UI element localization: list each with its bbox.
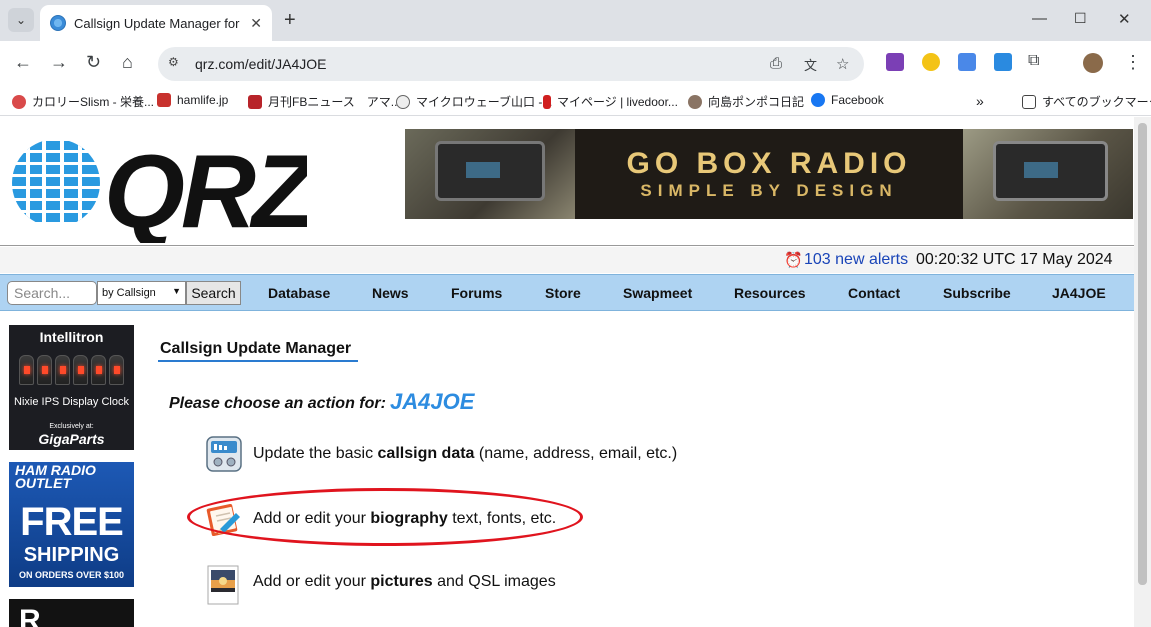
bookmark-item[interactable]: マイページ | livedoor... [543, 93, 678, 110]
tab-strip: ⌄ Callsign Update Manager for JA4JOE ✕ +… [0, 0, 1151, 41]
menu-kebab-icon[interactable]: ⋮ [1124, 52, 1142, 73]
nav-swapmeet[interactable]: Swapmeet [623, 285, 692, 301]
alerts-link[interactable]: 103 new alerts [804, 251, 908, 269]
bookmark-item[interactable]: 向島ポンポコ日記 [688, 93, 804, 110]
back-arrow-icon[interactable]: ← [14, 52, 32, 73]
utc-time: 00:20:32 UTC 17 May 2024 [916, 251, 1113, 268]
minimize-icon[interactable]: — [1032, 10, 1047, 27]
edit-pictures-link[interactable]: Add or edit your pictures and QSL images [253, 573, 556, 591]
ad-store: GigaParts [38, 431, 105, 447]
close-tab-icon[interactable]: ✕ [250, 15, 262, 32]
bookmark-favicon-icon [688, 94, 702, 109]
site-info-icon[interactable]: ⚙ [168, 55, 186, 73]
home-icon[interactable]: ⌂ [122, 52, 133, 73]
ad-brand: Intellitron [39, 329, 104, 345]
bookmark-favicon-icon [543, 94, 551, 109]
banner-title: GO BOX RADIO [626, 147, 912, 180]
nav-subscribe[interactable]: Subscribe [943, 285, 1011, 301]
nav-resources[interactable]: Resources [734, 285, 806, 301]
reload-icon[interactable]: ↻ [86, 52, 101, 73]
address-bar[interactable]: ⚙ qrz.com/edit/JA4JOE ⎙ 文 ☆ [158, 47, 864, 81]
ad-caption: Nixie IPS Display Clock [14, 396, 129, 408]
ad-free: FREE [20, 500, 124, 544]
ad-partial-logo: R [19, 604, 41, 627]
ad-small-text: Exclusively at: [49, 423, 94, 430]
bookmark-favicon-icon [248, 94, 262, 109]
tab-title: Callsign Update Manager for JA4JOE [74, 15, 242, 31]
folder-icon [1022, 94, 1036, 109]
nav-my-callsign[interactable]: JA4JOE [1052, 285, 1106, 301]
more-bookmarks-icon[interactable]: » [976, 93, 984, 109]
nav-database[interactable]: Database [268, 285, 330, 301]
bookmark-favicon-icon [396, 94, 410, 109]
vertical-scrollbar[interactable] [1134, 117, 1151, 627]
translate-icon[interactable]: 文 [804, 55, 817, 74]
onenote-extension-icon[interactable] [886, 53, 904, 71]
picture-icon[interactable] [206, 564, 242, 606]
facebook-icon [811, 93, 825, 107]
alarm-clock-icon: ⏰ [784, 252, 803, 269]
page-title: Callsign Update Manager [160, 340, 352, 357]
download-extension-icon[interactable] [994, 53, 1012, 71]
search-type-select[interactable]: by Callsign ▼ [97, 281, 186, 305]
maximize-icon[interactable]: ☐ [1074, 10, 1087, 27]
bookmarks-bar: カロリーSlism - 栄養... hamlife.jp 月刊FBニュース アマ… [0, 86, 1151, 116]
bookmark-item[interactable]: マイクロウェーブ山口 -... [396, 93, 552, 110]
title-underline [158, 360, 358, 362]
highlight-annotation [187, 488, 583, 546]
radio-photo [405, 129, 575, 219]
install-app-icon[interactable]: ⎙ [770, 55, 782, 72]
ad-orders: ON ORDERS OVER $100 [18, 570, 125, 580]
banner-subtitle: SIMPLE BY DESIGN [640, 181, 898, 200]
bookmark-item[interactable]: 月刊FBニュース アマ... [248, 93, 401, 110]
nav-forums[interactable]: Forums [451, 285, 502, 301]
url-text: qrz.com/edit/JA4JOE [195, 56, 327, 72]
profile-avatar[interactable] [1083, 53, 1103, 73]
bookmark-item[interactable]: Facebook [811, 93, 884, 107]
tab-search-button[interactable]: ⌄ [8, 8, 34, 32]
nixie-tubes-image [19, 355, 124, 385]
update-callsign-data-link[interactable]: Update the basic callsign data (name, ad… [253, 445, 677, 463]
bookmark-favicon-icon [12, 94, 26, 109]
page-viewport: QRZ GO BOX RADIO SIMPLE BY DESIGN ⏰ 103 … [0, 117, 1151, 627]
callsign-label: JA4JOE [390, 389, 475, 414]
ad-brand: HAM RADIO OUTLET [15, 462, 96, 491]
idea-extension-icon[interactable] [922, 53, 940, 71]
search-button[interactable]: Search [186, 281, 241, 305]
dropdown-arrow-icon: ▼ [172, 286, 181, 296]
status-bar: ⏰ 103 new alerts 00:20:32 UTC 17 May 202… [0, 247, 1134, 273]
window-close-icon[interactable]: ✕ [1118, 10, 1131, 28]
radio-photo [963, 129, 1133, 219]
svg-text:QRZ: QRZ [104, 134, 307, 243]
chevron-down-icon: ⌄ [15, 13, 27, 27]
go-box-radio-banner-ad[interactable]: GO BOX RADIO SIMPLE BY DESIGN [405, 129, 1133, 219]
ad-shipping: SHIPPING [23, 544, 120, 566]
main-nav: Search... by Callsign ▼ Search Database N… [0, 274, 1134, 311]
intellitron-ad[interactable]: Intellitron Nixie IPS Display Clock Excl… [9, 325, 134, 450]
settings-panel-icon[interactable] [206, 436, 242, 472]
nav-news[interactable]: News [372, 285, 409, 301]
forward-arrow-icon[interactable]: → [50, 52, 68, 73]
choose-action-label: Please choose an action for: [169, 395, 386, 412]
all-bookmarks-folder[interactable]: すべてのブックマーク [1022, 93, 1151, 110]
bookmark-item[interactable]: カロリーSlism - 栄養... [12, 93, 154, 110]
bookmark-favicon-icon [157, 93, 171, 107]
sidebar-ad[interactable]: R [9, 599, 134, 627]
bookmark-star-icon[interactable]: ☆ [836, 55, 849, 73]
extensions-puzzle-icon[interactable]: ⧉ [1028, 52, 1039, 70]
google-translate-extension-icon[interactable] [958, 53, 976, 71]
ham-radio-outlet-ad[interactable]: HAM RADIO OUTLET FREE SHIPPING ON ORDERS… [9, 462, 134, 587]
browser-toolbar: ← → ↻ ⌂ ⚙ qrz.com/edit/JA4JOE ⎙ 文 ☆ ⧉ ⋮ [0, 41, 1151, 86]
browser-tab[interactable]: Callsign Update Manager for JA4JOE ✕ [40, 5, 272, 41]
header-divider [0, 245, 1134, 246]
new-tab-icon[interactable]: + [284, 9, 296, 32]
scrollbar-thumb[interactable] [1138, 123, 1147, 585]
globe-favicon-icon [50, 15, 66, 31]
bookmark-item[interactable]: hamlife.jp [157, 93, 228, 107]
search-input[interactable]: Search... [7, 281, 97, 305]
nav-store[interactable]: Store [545, 285, 581, 301]
qrz-logo[interactable]: QRZ [12, 131, 307, 243]
nav-contact[interactable]: Contact [848, 285, 900, 301]
